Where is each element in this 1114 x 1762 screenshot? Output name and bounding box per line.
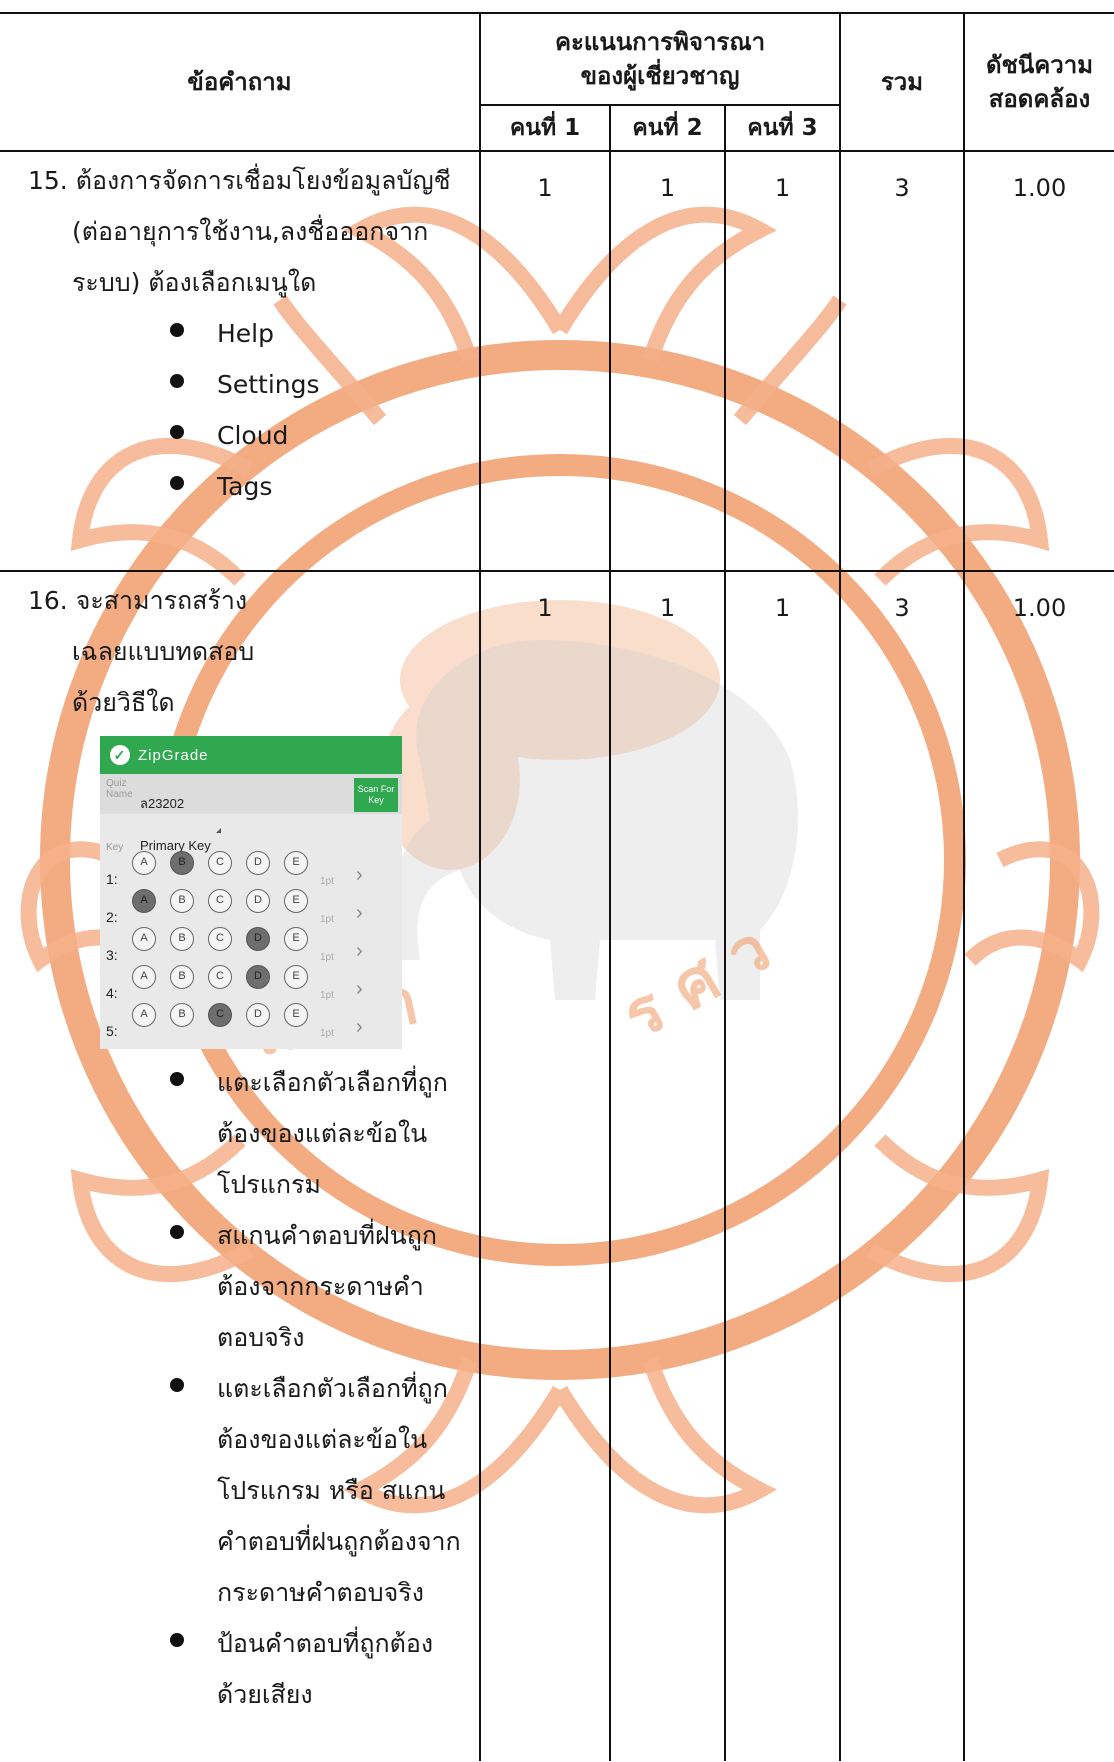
zipgrade-screenshot: ✓ ZipGrade Quiz Name ล23202 Scan For Key… <box>100 736 402 1049</box>
answer-bubble[interactable]: D <box>246 927 270 951</box>
answer-bubble[interactable]: D <box>246 851 270 875</box>
list-item: Help <box>0 308 479 359</box>
answer-bubble[interactable]: B <box>170 927 194 951</box>
answer-bubble[interactable]: A <box>132 965 156 989</box>
header-total: รวม <box>839 12 964 152</box>
question-text: 15. ต้องการจัดการเชื่อมโยงข้อมูลบัญชี (ต… <box>28 166 451 297</box>
answer-row: 3: A B C D E 1pt › <box>100 920 402 963</box>
answer-bubble[interactable]: A <box>132 889 156 913</box>
score-total: 3 <box>839 571 964 1761</box>
answer-number: 5: <box>106 1023 118 1039</box>
quiz-name-row: Quiz Name ล23202 Scan For Key <box>100 774 402 814</box>
answer-row: 5: A B C D E 1pt › <box>100 996 402 1039</box>
answer-bubble[interactable]: C <box>208 889 232 913</box>
zipgrade-header: ✓ ZipGrade <box>100 736 402 774</box>
answer-bubble[interactable]: C <box>208 1003 232 1027</box>
header-expert-3: คนที่ 3 <box>724 104 840 152</box>
answer-bubble[interactable]: A <box>132 851 156 875</box>
answer-bubble[interactable]: E <box>284 927 308 951</box>
answer-bubble[interactable]: D <box>246 889 270 913</box>
score-total: 3 <box>839 151 964 572</box>
score-ioc: 1.00 <box>963 571 1114 1761</box>
bullet-icon <box>170 1225 184 1239</box>
answer-rows: 1: A B C D E 1pt › 2: A B C D E 1pt › 3: A B C D E 1pt › 4: A B C D E… <box>100 844 402 1039</box>
ioc-table: ข้อคำถาม คะแนนการพิจารณาของผู้เชี่ยวชาญ … <box>0 12 1114 1761</box>
bullet-icon <box>170 1378 184 1392</box>
list-item: แตะเลือกตัวเลือกที่ถูกต้องของแต่ละข้อในโ… <box>0 1363 479 1618</box>
answer-bubble[interactable]: A <box>132 927 156 951</box>
score-expert-3: 1 <box>724 151 840 572</box>
answer-bubble[interactable]: D <box>246 1003 270 1027</box>
question-text: 16. จะสามารถสร้างเฉลยแบบทดสอบด้วยวิธีใด <box>28 586 255 717</box>
question-number: 16. <box>28 586 68 615</box>
header-ioc: ดัชนีความสอดคล้อง <box>963 12 1114 152</box>
answer-row: 1: A B C D E 1pt › <box>100 844 402 887</box>
score-expert-3: 1 <box>724 571 840 1761</box>
table-row: 16. จะสามารถสร้างเฉลยแบบทดสอบด้วยวิธีใด … <box>0 571 1114 1761</box>
header-expert-2: คนที่ 2 <box>609 104 725 152</box>
scan-for-key-button[interactable]: Scan For Key <box>354 778 398 812</box>
score-expert-1: 1 <box>479 151 610 572</box>
list-item: Settings <box>0 359 479 410</box>
list-item: Tags <box>0 461 479 512</box>
bullet-icon <box>170 374 184 388</box>
answer-bubble[interactable]: A <box>132 1003 156 1027</box>
key-row: Key Primary Key <box>100 814 402 853</box>
question-number: 15. <box>28 166 68 195</box>
option-list: Help Settings Cloud Tags <box>0 308 479 512</box>
answer-bubble[interactable]: E <box>284 1003 308 1027</box>
header-expert-1: คนที่ 1 <box>479 104 610 152</box>
answer-row: 2: A B C D E 1pt › <box>100 882 402 925</box>
bullet-icon <box>170 476 184 490</box>
list-item: Cloud <box>0 410 479 461</box>
score-ioc: 1.00 <box>963 151 1114 572</box>
answer-bubble[interactable]: E <box>284 851 308 875</box>
list-item: ป้อนคำตอบที่ถูกต้องด้วยเสียง <box>0 1618 479 1720</box>
answer-bubble[interactable]: D <box>246 965 270 989</box>
bullet-icon <box>170 323 184 337</box>
answer-bubble[interactable]: E <box>284 965 308 989</box>
option-list: แตะเลือกตัวเลือกที่ถูกต้องของแต่ละข้อในโ… <box>0 1057 479 1720</box>
list-item: แตะเลือกตัวเลือกที่ถูกต้องของแต่ละข้อในโ… <box>0 1057 479 1210</box>
question-cell: 15. ต้องการจัดการเชื่อมโยงข้อมูลบัญชี (ต… <box>0 151 480 572</box>
answer-bubble[interactable]: B <box>170 965 194 989</box>
answer-row: 4: A B C D E 1pt › <box>100 958 402 1001</box>
dropdown-caret-icon <box>216 828 221 833</box>
answer-bubble[interactable]: C <box>208 851 232 875</box>
score-expert-1: 1 <box>479 571 610 1761</box>
table-row: 15. ต้องการจัดการเชื่อมโยงข้อมูลบัญชี (ต… <box>0 151 1114 572</box>
bullet-icon <box>170 1072 184 1086</box>
check-icon: ✓ <box>110 745 130 765</box>
chevron-right-icon[interactable]: › <box>356 1002 363 1049</box>
answer-bubble[interactable]: C <box>208 965 232 989</box>
answer-bubble[interactable]: B <box>170 851 194 875</box>
answer-bubble[interactable]: B <box>170 889 194 913</box>
answer-bubble[interactable]: E <box>284 889 308 913</box>
score-expert-2: 1 <box>609 571 725 1761</box>
point-label: 1pt <box>320 1028 334 1039</box>
header-question: ข้อคำถาม <box>0 12 480 152</box>
bullet-icon <box>170 425 184 439</box>
answer-bubble[interactable]: C <box>208 927 232 951</box>
header-expert-scores: คะแนนการพิจารณาของผู้เชี่ยวชาญ <box>479 12 840 105</box>
score-expert-2: 1 <box>609 151 725 572</box>
bullet-icon <box>170 1633 184 1647</box>
question-cell: 16. จะสามารถสร้างเฉลยแบบทดสอบด้วยวิธีใด … <box>0 571 480 1761</box>
quiz-name-label: Quiz Name <box>106 778 133 800</box>
list-item: สแกนคำตอบที่ฝนถูกต้องจากกระดาษคำตอบจริง <box>0 1210 479 1363</box>
answer-bubble[interactable]: B <box>170 1003 194 1027</box>
